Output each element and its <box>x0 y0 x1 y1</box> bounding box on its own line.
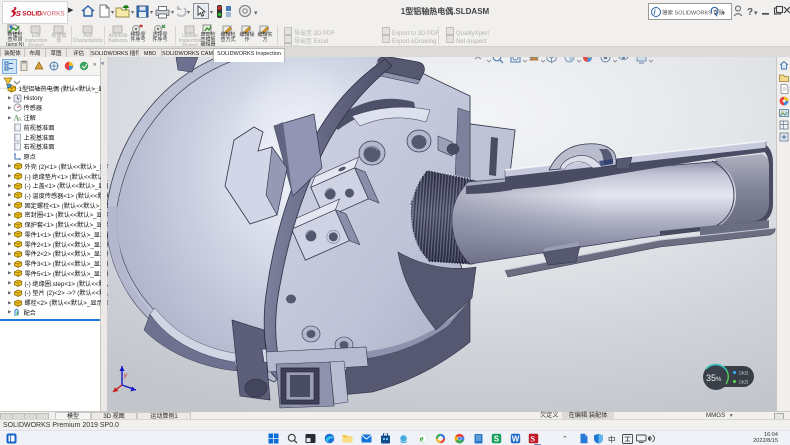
svg-text:▾: ▾ <box>150 10 153 16</box>
svg-text:SOLID: SOLID <box>22 11 42 18</box>
svg-text:S: S <box>530 434 535 444</box>
svg-text:▾: ▾ <box>754 10 758 17</box>
svg-text:▾: ▾ <box>111 10 114 16</box>
svg-text:0KB: 0KB <box>739 380 749 386</box>
svg-text:▾: ▾ <box>254 10 258 17</box>
svg-text:▾: ▾ <box>722 11 725 17</box>
svg-text:▾: ▾ <box>171 10 174 16</box>
svg-text:▾: ▾ <box>210 10 213 16</box>
svg-text:▾: ▾ <box>187 10 190 16</box>
svg-text:S: S <box>16 9 22 18</box>
svg-text:▾: ▾ <box>131 10 134 16</box>
svg-text:W: W <box>512 434 520 443</box>
svg-text:?: ? <box>747 7 753 18</box>
svg-text:e: e <box>420 434 424 444</box>
svg-text:i: i <box>654 9 657 16</box>
svg-text:0KB: 0KB <box>739 371 749 377</box>
svg-text:WORKS: WORKS <box>40 11 64 18</box>
svg-text:搜索 SOLIDWORKS 帮助: 搜索 SOLIDWORKS 帮助 <box>662 8 725 16</box>
svg-text:S: S <box>494 434 500 443</box>
